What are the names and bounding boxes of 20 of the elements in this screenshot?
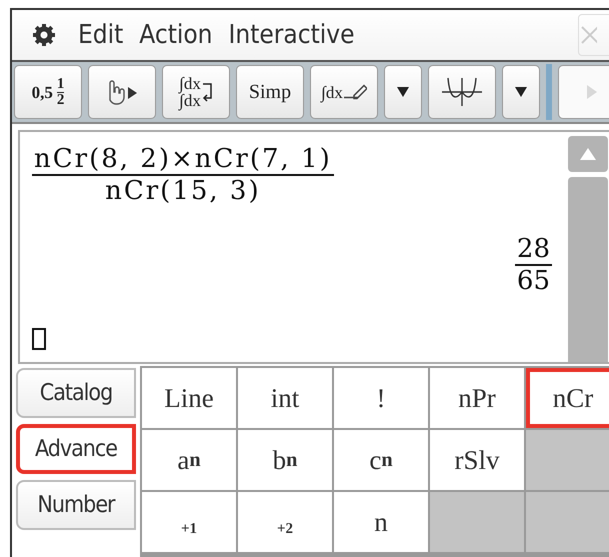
keypad-key[interactable]: int [238,368,332,428]
keypad-key[interactable]: nPr [430,368,524,428]
keypad-key[interactable]: Line [142,368,236,428]
integral-toggle-button[interactable]: ∫dx ∫dx [162,65,230,119]
keypad-key[interactable]: +1 [142,492,236,552]
menu-item[interactable]: Action [139,20,212,50]
keypad-tab[interactable]: Catalog [16,368,136,418]
keypad-tab[interactable]: Advance [16,424,136,474]
integral-pen-button[interactable]: ∫dx [310,65,378,119]
keypad-key[interactable]: nCr [526,368,609,428]
menu-item[interactable]: Interactive [228,20,354,50]
menu-item[interactable]: Edit [78,20,124,50]
keypad-key[interactable]: ! [334,368,428,428]
keypad-key[interactable]: rSlv [430,430,524,490]
expression: nCr(8, 2)×nCr(7, 1) nCr(15, 3) [32,144,334,206]
result: 28 65 [514,234,552,296]
keypad-key[interactable]: n [334,492,428,552]
keypad-tab[interactable]: Number [16,480,136,530]
keypad-key[interactable]: +2 [238,492,332,552]
simplify-button[interactable]: Simp [236,65,304,119]
